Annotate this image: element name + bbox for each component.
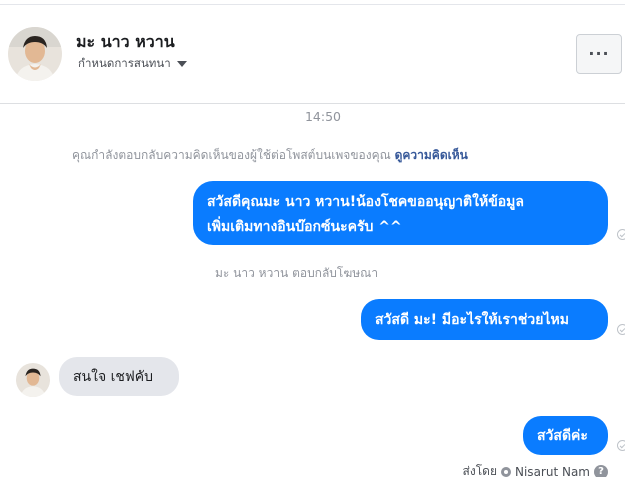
contact-avatar[interactable]	[8, 27, 62, 81]
outgoing-message[interactable]: สวัสดี มะ! มีอะไรให้เราช่วยไหม	[361, 299, 608, 340]
reply-context-notice: คุณกำลังตอบกลับความคิดเห็นของผู้ใช้ต่อโพ…	[72, 146, 468, 165]
sent-by-attribution: ส่งโดย Nisarut Nam ?	[0, 462, 608, 477]
reply-context-text: คุณกำลังตอบกลับความคิดเห็นของผู้ใช้ต่อโพ…	[72, 148, 391, 162]
more-horizontal-icon: ···	[588, 44, 610, 63]
check-circle-icon	[617, 440, 625, 451]
question-circle-icon[interactable]: ?	[594, 464, 608, 477]
header-divider	[0, 4, 625, 5]
conversation-header: มะ นาว หวาน กำหนดการสนทนา ···	[0, 0, 625, 104]
contact-avatar-small[interactable]	[16, 363, 50, 397]
check-circle-icon	[617, 324, 625, 335]
outgoing-message[interactable]: สวัสดีค่ะ	[523, 416, 608, 455]
contact-name[interactable]: มะ นาว หวาน	[76, 30, 175, 55]
admin-icon	[501, 466, 511, 477]
caret-down-icon	[176, 61, 187, 67]
sent-by-label: ส่งโดย	[462, 464, 497, 477]
incoming-message[interactable]: สนใจ เชฟคับ	[59, 357, 179, 396]
sent-by-name: Nisarut Nam	[515, 464, 590, 477]
view-comment-link[interactable]: ดูความคิดเห็น	[395, 148, 468, 162]
conversation-settings-dropdown[interactable]: กำหนดการสนทนา	[78, 55, 187, 73]
message-line: สวัสดีคุณมะ นาว หวาน!น้องโชคขออนุญาติให้…	[207, 194, 524, 210]
conversation-settings-label: กำหนดการสนทนา	[78, 56, 171, 70]
check-circle-icon	[617, 229, 625, 240]
ad-reply-notice: มะ นาว หวาน ตอบกลับโฆษณา	[215, 266, 379, 280]
message-line: เพิ่มเติมทางอินบ๊อกซ์นะครับ ^^	[207, 219, 402, 235]
more-options-button[interactable]: ···	[576, 34, 622, 74]
message-timestamp: 14:50	[304, 109, 342, 124]
outgoing-message[interactable]: สวัสดีคุณมะ นาว หวาน!น้องโชคขออนุญาติให้…	[193, 181, 608, 245]
